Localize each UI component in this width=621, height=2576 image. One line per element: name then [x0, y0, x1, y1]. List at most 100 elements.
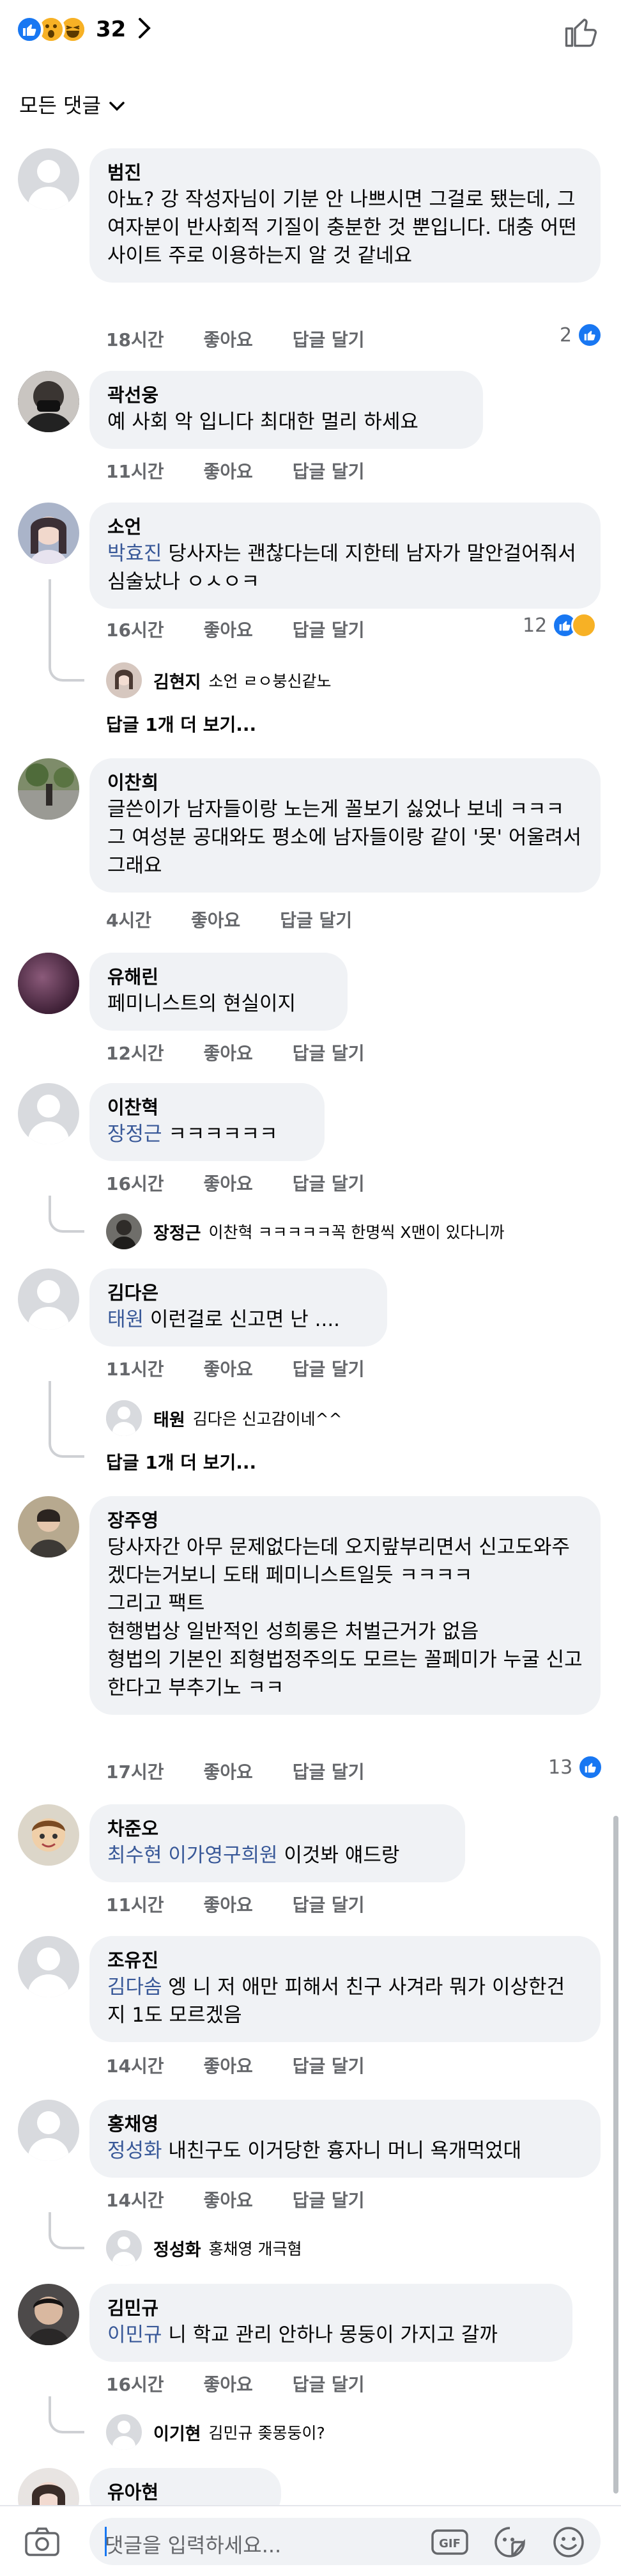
comment-time: 11시간	[106, 461, 164, 482]
reply-link[interactable]: 답글 달기	[293, 1891, 365, 1917]
reply-link[interactable]: 답글 달기	[293, 458, 365, 483]
comment-bubble[interactable]: 홍채영 정성화 내친구도 이거당한 흉자니 머니 욕개먹었대	[89, 2100, 601, 2178]
avatar[interactable]	[106, 2230, 142, 2266]
like-link[interactable]: 좋아요	[204, 2371, 253, 2396]
reply-link[interactable]: 답글 달기	[293, 1758, 365, 1784]
reply-author[interactable]: 김현지	[153, 668, 201, 693]
avatar[interactable]	[18, 2284, 79, 2345]
reply-item[interactable]: 장정근 이찬혁 ㅋㅋㅋㅋㅋ꼭 한명씩 X맨이 있다니까	[106, 1214, 504, 1249]
avatar[interactable]	[106, 662, 142, 698]
avatar[interactable]	[18, 1268, 79, 1330]
comment-bubble[interactable]: 장주영 당사자간 아무 문제없다는데 오지랖부리면서 신고도와주겠다는거보니 도…	[89, 1496, 601, 1715]
comment-bubble[interactable]: 유해린 페미니스트의 현실이지	[89, 953, 348, 1031]
reply-link[interactable]: 답글 달기	[293, 1170, 365, 1196]
comment-bubble[interactable]: 차준오 최수현 이가영구희원 이것봐 얘드랑	[89, 1804, 465, 1882]
comment-bubble[interactable]: 범진 아뇨? 강 작성자님이 기분 안 나쁘시면 그걸로 됐는데, 그 여자분이…	[89, 148, 601, 283]
reply-author[interactable]: 장정근	[153, 1219, 201, 1244]
comment-reaction-badge[interactable]: 13	[548, 1754, 604, 1780]
comment-bubble[interactable]: 소언 박효진 당사자는 괜찮다는데 지한테 남자가 말안걸어줘서 심술났나 ㅇㅅ…	[89, 503, 601, 609]
avatar[interactable]	[18, 371, 79, 432]
reply-link[interactable]: 답글 달기	[280, 907, 352, 932]
mention-link[interactable]: 장정근	[107, 1123, 162, 1146]
comment-bubble[interactable]: 조유진 김다솜 엥 니 저 애만 피해서 친구 사겨라 뭐가 이상한건지 1도 …	[89, 1936, 601, 2042]
like-link[interactable]: 좋아요	[204, 1891, 253, 1917]
reply-link[interactable]: 답글 달기	[293, 2052, 365, 2078]
like-link[interactable]: 좋아요	[204, 1758, 253, 1784]
like-link[interactable]: 좋아요	[191, 907, 240, 932]
like-link[interactable]: 좋아요	[204, 1040, 253, 1065]
comment-sort-dropdown[interactable]: 모든 댓글	[19, 90, 125, 119]
avatar[interactable]	[18, 2100, 79, 2161]
avatar[interactable]	[18, 953, 79, 1014]
avatar[interactable]	[18, 503, 79, 564]
view-more-replies-link[interactable]: 답글 1개 더 보기...	[106, 1449, 256, 1474]
reply-author[interactable]: 태원	[153, 1406, 185, 1431]
comment-author[interactable]: 유해린	[107, 964, 330, 990]
like-link[interactable]: 좋아요	[204, 2052, 253, 2078]
mention-link[interactable]: 김다솜	[107, 1976, 162, 1999]
emoji-icon[interactable]	[552, 2525, 585, 2561]
like-link[interactable]: 좋아요	[204, 1170, 253, 1196]
avatar[interactable]	[18, 1804, 79, 1866]
reactions-summary[interactable]: 32	[15, 15, 151, 43]
reply-item[interactable]: 이기현 김민규 좆몽둥이?	[106, 2414, 325, 2450]
avatar[interactable]	[106, 2414, 142, 2450]
like-link[interactable]: 좋아요	[204, 458, 253, 483]
comment-author[interactable]: 장주영	[107, 1508, 583, 1533]
comment-bubble[interactable]: 이찬혁 장정근 ㅋㅋㅋㅋㅋㅋ	[89, 1083, 325, 1161]
comment-input[interactable]: 댓글을 입력하세요... GIF	[89, 2518, 601, 2565]
view-more-replies-link[interactable]: 답글 1개 더 보기...	[106, 711, 256, 737]
comment-bubble[interactable]: 이찬희 글쓴이가 남자들이랑 노는게 꼴보기 싫었나 보네 ㅋㅋㅋ 그 여성분 …	[89, 758, 601, 893]
reply-item[interactable]: 태원 김다은 신고감이네^^	[106, 1400, 342, 1436]
comment-author[interactable]: 이찬희	[107, 770, 583, 795]
comment-reaction-badge[interactable]: 12	[523, 613, 597, 638]
reply-author[interactable]: 정성화	[153, 2236, 201, 2261]
like-link[interactable]: 좋아요	[204, 1355, 253, 1381]
comment-author[interactable]: 유아현	[107, 2479, 263, 2505]
avatar[interactable]	[106, 1214, 142, 1249]
sticker-icon[interactable]	[493, 2525, 526, 2561]
comment-author[interactable]: 홍채영	[107, 2111, 583, 2137]
like-link[interactable]: 좋아요	[204, 326, 253, 352]
comment-author[interactable]: 김다은	[107, 1280, 369, 1306]
reply-link[interactable]: 답글 달기	[293, 2187, 365, 2212]
avatar[interactable]	[106, 1400, 142, 1436]
reply-link[interactable]: 답글 달기	[293, 1355, 365, 1381]
like-link[interactable]: 좋아요	[204, 616, 253, 642]
mention-link[interactable]: 이민규	[107, 2323, 162, 2346]
avatar[interactable]	[18, 1496, 79, 1557]
comment-bubble[interactable]: 김다은 태원 이런걸로 신고면 난 ....	[89, 1268, 387, 1347]
comment-reaction-badge[interactable]: 2	[560, 322, 603, 348]
gif-icon[interactable]: GIF	[431, 2527, 469, 2560]
comment-author[interactable]: 김민규	[107, 2295, 555, 2321]
chevron-right-icon	[137, 17, 151, 42]
comment-author[interactable]: 곽선웅	[107, 382, 465, 408]
reply-link[interactable]: 답글 달기	[293, 2371, 365, 2396]
avatar[interactable]	[18, 758, 79, 820]
comment-author[interactable]: 이찬혁	[107, 1095, 307, 1120]
avatar[interactable]	[18, 1936, 79, 1997]
mention-link[interactable]: 정성화	[107, 2139, 162, 2162]
comment-author[interactable]: 소언	[107, 514, 583, 540]
comment-bubble[interactable]: 곽선웅 예 사회 악 입니다 최대한 멀리 하세요	[89, 371, 483, 449]
comment-text: 최수현 이가영구희원 이것봐 얘드랑	[107, 1844, 400, 1867]
scrollbar[interactable]	[613, 1816, 618, 2494]
reply-author[interactable]: 이기현	[153, 2420, 201, 2445]
camera-icon[interactable]	[24, 2527, 60, 2560]
mention-link[interactable]: 태원	[107, 1308, 144, 1331]
reply-link[interactable]: 답글 달기	[293, 1040, 365, 1065]
avatar[interactable]	[18, 1083, 79, 1144]
comment-bubble[interactable]: 김민규 이민규 니 학교 관리 안하나 몽둥이 가지고 갈까	[89, 2284, 572, 2362]
reply-item[interactable]: 김현지 소언 ㄹㅇ붕신같노	[106, 662, 331, 698]
avatar[interactable]	[18, 148, 79, 210]
mention-link[interactable]: 최수현 이가영구희원	[107, 1844, 278, 1867]
comment-author[interactable]: 차준오	[107, 1816, 447, 1841]
comment-author[interactable]: 범진	[107, 160, 583, 185]
reply-link[interactable]: 답글 달기	[293, 616, 365, 642]
reply-link[interactable]: 답글 달기	[293, 326, 365, 352]
comment-author[interactable]: 조유진	[107, 1948, 583, 1973]
mention-link[interactable]: 박효진	[107, 542, 162, 565]
like-link[interactable]: 좋아요	[204, 2187, 253, 2212]
like-button-icon[interactable]	[564, 14, 598, 51]
reply-item[interactable]: 정성화 홍채영 개극혐	[106, 2230, 302, 2266]
